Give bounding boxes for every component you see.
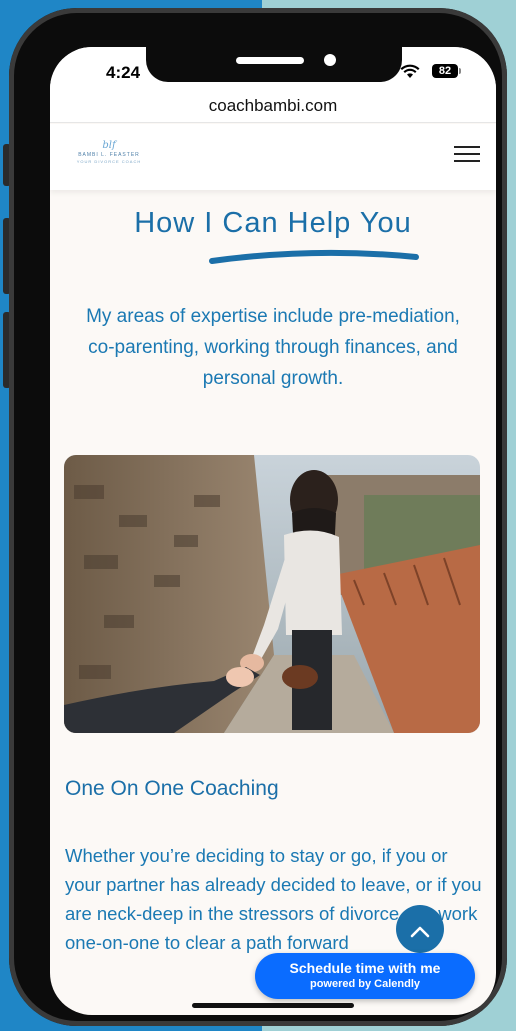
section-title: How I Can Help You bbox=[134, 207, 412, 239]
battery-tip bbox=[459, 68, 461, 74]
coaching-heading: One On One Coaching bbox=[65, 777, 279, 800]
site-header: blf BAMBI L. FEASTER YOUR DIVORCE COACH bbox=[50, 124, 496, 190]
calendly-label: Schedule time with me bbox=[289, 960, 441, 976]
notch bbox=[146, 47, 402, 82]
phone-frame: 4:24 82 coachbambi.com blf BAMBI L. FEAS… bbox=[9, 8, 507, 1026]
logo-tagline: YOUR DIVORCE COACH bbox=[76, 159, 142, 164]
battery-icon: 82 bbox=[432, 64, 458, 78]
title-underline bbox=[209, 249, 419, 264]
chevron-up-icon bbox=[409, 917, 431, 942]
wifi-icon bbox=[400, 64, 420, 85]
coaching-photo bbox=[64, 455, 480, 733]
status-time: 4:24 bbox=[106, 63, 141, 82]
camera-dot bbox=[324, 54, 336, 66]
intro-text: My areas of expertise include pre-mediat… bbox=[86, 306, 460, 389]
address-bar[interactable]: coachbambi.com bbox=[50, 91, 496, 123]
home-indicator bbox=[192, 1003, 354, 1008]
logo-name: BAMBI L. FEASTER bbox=[78, 152, 140, 158]
calendly-powered-by: powered by Calendly bbox=[309, 978, 421, 990]
phone-screen: 4:24 82 coachbambi.com blf BAMBI L. FEAS… bbox=[50, 47, 496, 1015]
calendly-schedule-button[interactable]: Schedule time with me powered by Calendl… bbox=[255, 953, 475, 999]
menu-icon[interactable] bbox=[454, 146, 480, 166]
scroll-to-top-button[interactable] bbox=[396, 905, 444, 953]
site-logo[interactable]: blf BAMBI L. FEASTER YOUR DIVORCE COACH bbox=[70, 140, 148, 170]
logo-mark: blf bbox=[102, 140, 116, 151]
speaker-grille bbox=[236, 57, 304, 64]
